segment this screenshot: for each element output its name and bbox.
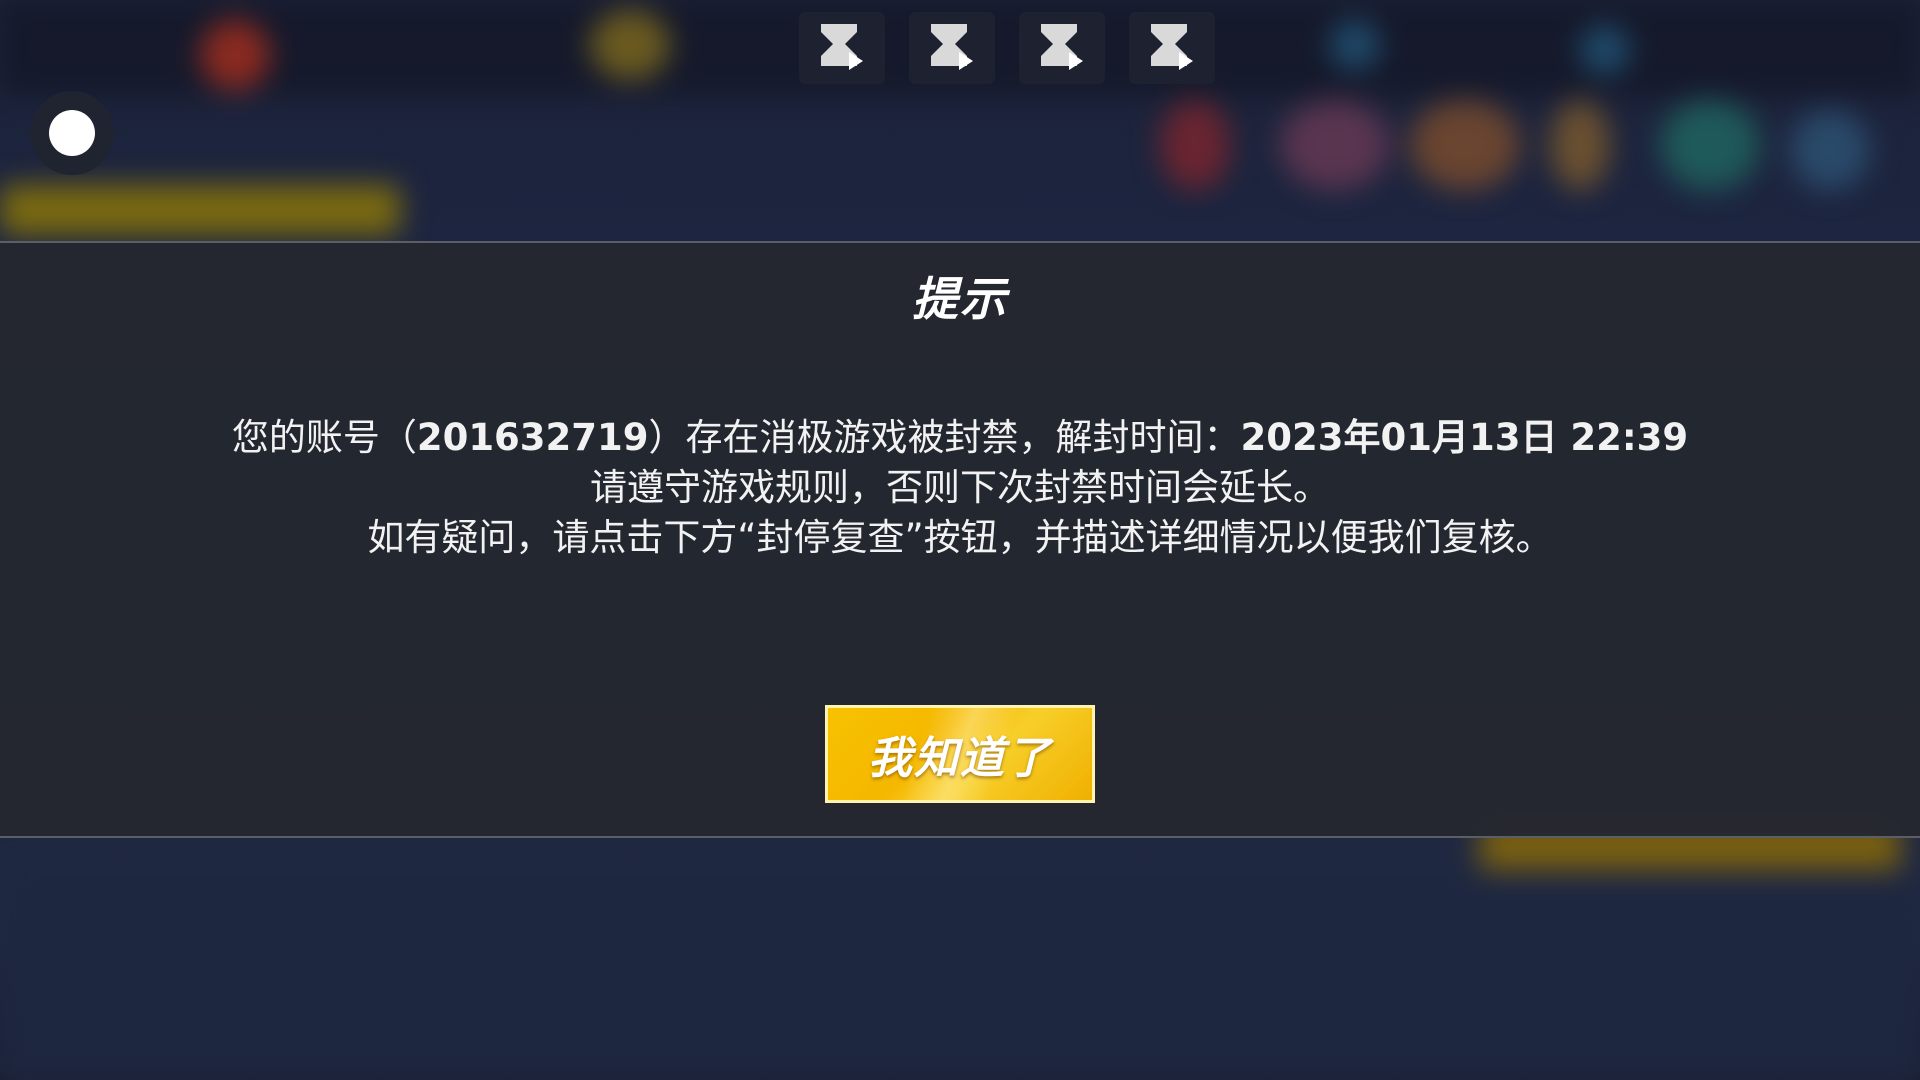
hourglass-play-icon[interactable] xyxy=(909,12,995,84)
message-middle: ）存在消极游戏被封禁，解封时间： xyxy=(648,416,1241,459)
confirm-button[interactable]: 我知道了 xyxy=(825,705,1095,803)
dialog-message: 您的账号（201632719）存在消极游戏被封禁，解封时间：2023年01月13… xyxy=(0,413,1920,563)
message-prefix: 您的账号（ xyxy=(231,416,417,459)
confirm-button-label: 我知道了 xyxy=(868,733,1052,784)
game-screen: 提示 您的账号（201632719）存在消极游戏被封禁，解封时间：2023年01… xyxy=(0,0,1920,1080)
hourglass-play-icon[interactable] xyxy=(799,12,885,84)
account-id: 201632719 xyxy=(416,416,649,459)
hourglass-play-icon[interactable] xyxy=(1129,12,1215,84)
ban-notice-dialog: 提示 您的账号（201632719）存在消极游戏被封禁，解封时间：2023年01… xyxy=(0,241,1920,838)
message-line-3: 如有疑问，请点击下方“封停复查”按钮，并描述详细情况以便我们复核。 xyxy=(367,516,1553,559)
message-line-1: 您的账号（201632719）存在消极游戏被封禁，解封时间：2023年01月13… xyxy=(0,413,1920,463)
dialog-title: 提示 xyxy=(912,272,1008,326)
record-dot-icon xyxy=(49,110,95,156)
unban-time: 2023年01月13日 22:39 xyxy=(1240,416,1689,459)
floating-record-button[interactable] xyxy=(30,91,114,175)
hourglass-play-icon[interactable] xyxy=(1019,12,1105,84)
message-line-2: 请遵守游戏规则，否则下次封禁时间会延长。 xyxy=(590,466,1330,509)
